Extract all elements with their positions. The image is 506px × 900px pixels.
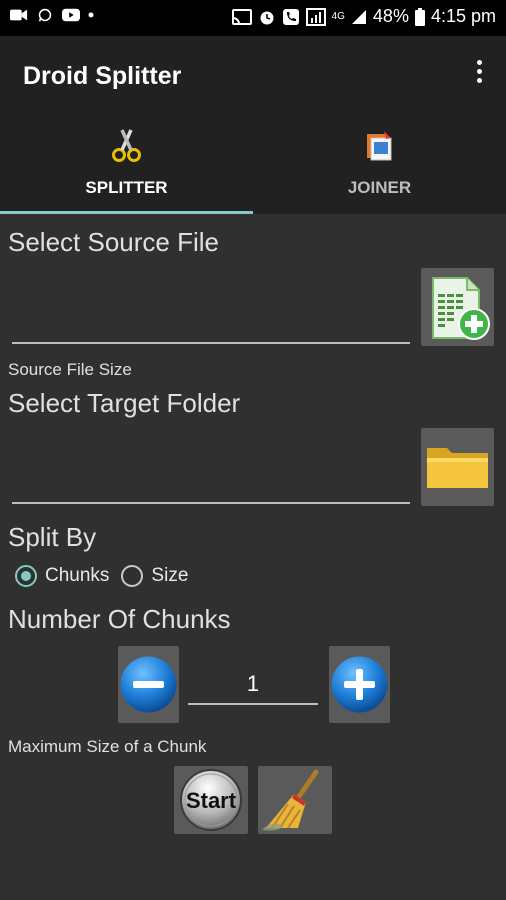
scissors-icon <box>111 129 141 162</box>
tab-splitter[interactable]: SPLITTER <box>0 116 253 214</box>
video-call-icon <box>10 9 28 21</box>
chunks-count-input[interactable] <box>188 665 318 705</box>
status-bar-right: 4G 48% 4:15 pm <box>231 6 496 27</box>
tab-bar: SPLITTER JOINER <box>0 116 506 214</box>
network-type: 4G <box>331 10 345 22</box>
dot-icon <box>88 12 94 18</box>
plus-circle-icon <box>331 656 388 713</box>
clock: 4:15 pm <box>430 6 496 26</box>
max-chunk-size-label: Maximum Size of a Chunk <box>8 737 207 756</box>
signal-icon <box>351 9 366 24</box>
target-folder-field[interactable] <box>12 466 410 504</box>
start-button[interactable]: Start <box>174 766 248 834</box>
tab-joiner-label: JOINER <box>347 178 412 197</box>
more-vert-icon[interactable] <box>474 60 484 88</box>
cast-icon <box>231 8 252 25</box>
joiner-icon <box>366 131 391 161</box>
minus-circle-icon <box>120 656 177 713</box>
source-file-field[interactable] <box>12 306 410 344</box>
tab-splitter-label: SPLITTER <box>85 178 168 197</box>
increment-chunks-button[interactable] <box>329 646 390 723</box>
phone-icon <box>282 8 299 25</box>
folder-icon <box>427 448 488 488</box>
start-button-graphic: Start <box>180 769 242 831</box>
alarm-icon <box>260 11 274 24</box>
radio-size-label[interactable]: Size <box>151 565 188 587</box>
whatsapp-icon <box>38 8 52 22</box>
data-icon <box>305 7 326 26</box>
app-title: Droid Splitter <box>23 62 182 90</box>
radio-size[interactable] <box>121 565 144 587</box>
number-of-chunks-heading: Number Of Chunks <box>8 604 231 634</box>
radio-chunks-label[interactable]: Chunks <box>45 565 109 587</box>
radio-chunks[interactable] <box>15 565 37 587</box>
battery-icon <box>414 7 425 26</box>
status-bar: 4G 48% 4:15 pm <box>0 0 506 36</box>
app-bar: Droid Splitter <box>0 36 506 116</box>
source-file-size-label: Source File Size <box>8 360 132 379</box>
split-by-radio-group: Chunks Size <box>15 560 200 592</box>
battery-percent: 48% <box>372 6 409 26</box>
split-by-heading: Split By <box>8 522 97 552</box>
select-source-file-button[interactable] <box>421 268 494 346</box>
clear-button[interactable] <box>258 766 332 834</box>
start-label: Start <box>186 788 237 813</box>
status-bar-left <box>10 8 94 22</box>
target-folder-heading: Select Target Folder <box>8 388 241 418</box>
decrement-chunks-button[interactable] <box>118 646 179 723</box>
select-target-folder-button[interactable] <box>421 428 494 506</box>
add-file-icon <box>432 277 490 340</box>
broom-icon <box>262 769 319 831</box>
youtube-icon <box>62 8 80 22</box>
source-file-heading: Select Source File <box>8 227 219 257</box>
tab-indicator <box>0 211 253 214</box>
tab-joiner[interactable]: JOINER <box>253 116 506 214</box>
